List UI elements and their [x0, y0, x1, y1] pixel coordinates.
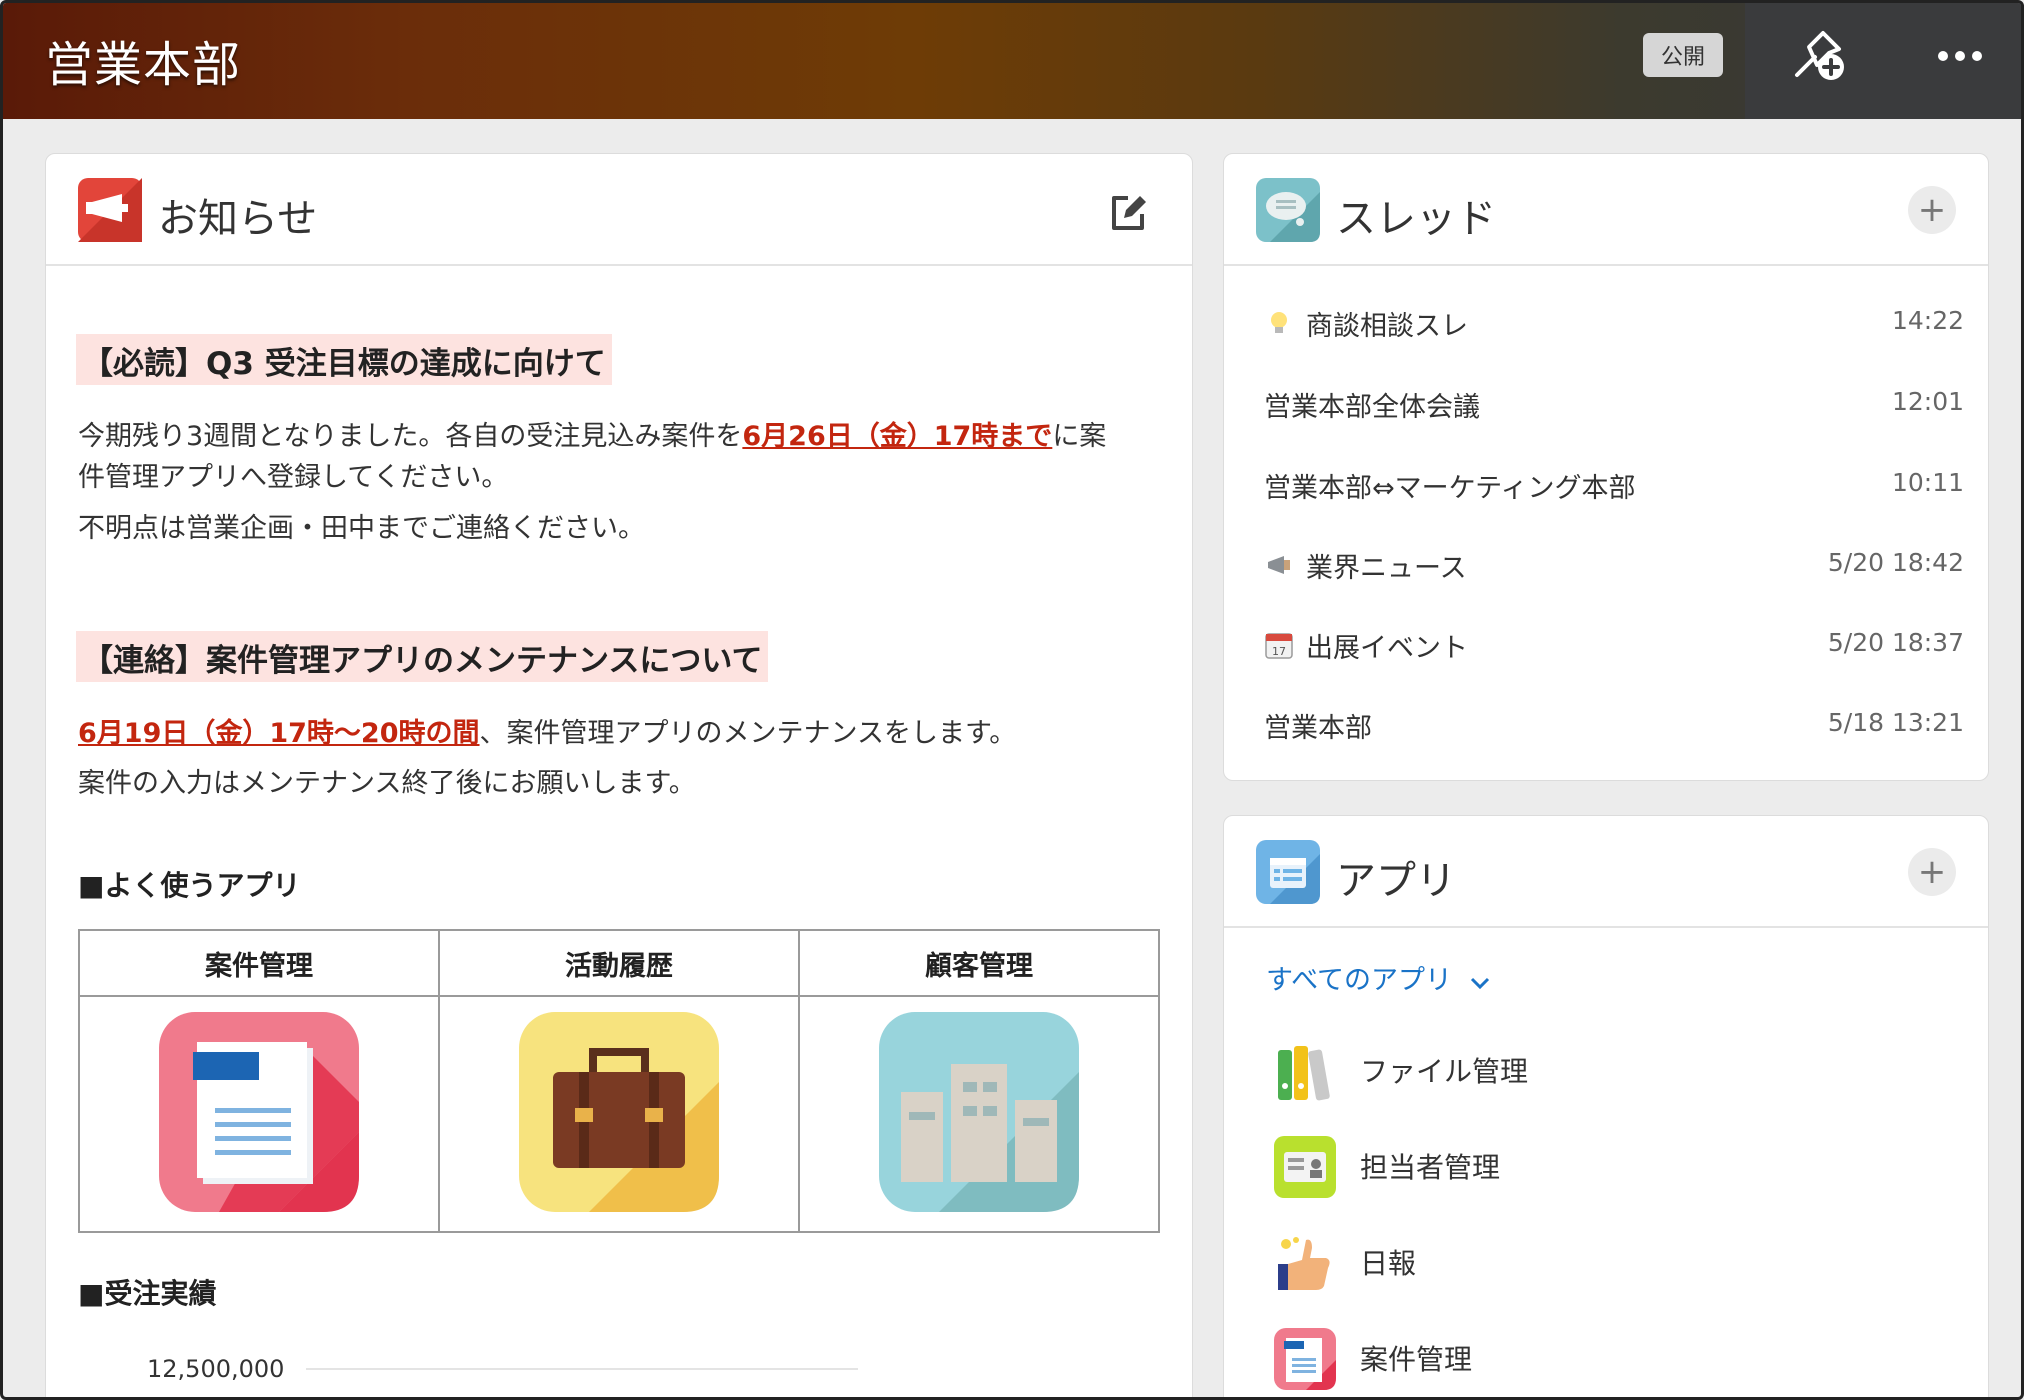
id-card-icon	[1272, 1134, 1338, 1200]
notice-title: お知らせ	[158, 196, 318, 242]
notice-1-line-1: 今期残り3週間となりました。各自の受注見込み案件を6月26日（金）17時までに案	[78, 421, 1107, 452]
lightbulb-icon	[1264, 308, 1294, 338]
document-icon[interactable]	[159, 1012, 359, 1216]
frequent-app-cell	[798, 995, 1160, 1233]
chevron-down-icon	[1469, 966, 1491, 997]
document-icon	[1272, 1326, 1338, 1392]
orders-heading: ■受注実績	[78, 1277, 217, 1310]
frequent-apps-table: 案件管理 活動履歴 顧客管理	[78, 929, 1160, 1233]
deadline-highlight: 6月26日（金）17時まで	[742, 421, 1053, 452]
chart-axis-tick: 12,500,000	[147, 1355, 285, 1383]
notice-heading-2: 【連絡】案件管理アプリのメンテナンスについて	[76, 631, 769, 682]
app-item[interactable]: 案件管理	[1272, 1322, 1952, 1394]
notice-2-line-2: 案件の入力はメンテナンス終了後にお願いします。	[78, 768, 696, 799]
more-icon[interactable]	[1929, 25, 1991, 87]
binders-icon	[1272, 1038, 1338, 1104]
threads-header: スレッド +	[1224, 154, 1988, 266]
plus-icon[interactable]: +	[1908, 848, 1956, 896]
public-badge: 公開	[1643, 33, 1723, 77]
frequent-app-label: 案件管理	[78, 929, 440, 997]
maintenance-highlight: 6月19日（金）17時～20時の間	[78, 718, 480, 749]
space-portal: 営業本部 公開 お知らせ 【必読】Q3 受注目標の達成に向けて 今期残り3週間と…	[0, 0, 2024, 1400]
threads-title: スレッド	[1336, 196, 1496, 242]
notice-heading-1: 【必読】Q3 受注目標の達成に向けて	[76, 334, 612, 385]
megaphone-icon	[1264, 550, 1294, 580]
thread-item[interactable]: 商談相談スレ 14:22	[1264, 294, 1964, 354]
svg-text:17: 17	[1272, 645, 1286, 658]
all-apps-dropdown[interactable]: すべてのアプリ	[1266, 958, 1491, 997]
thread-item[interactable]: 営業本部全体会議 12:01	[1264, 375, 1964, 435]
thumbs-up-icon	[1272, 1230, 1338, 1296]
pin-plus-icon[interactable]	[1789, 25, 1851, 87]
thread-item[interactable]: 17 出展イベント 5/20 18:37	[1264, 616, 1964, 676]
briefcase-icon[interactable]	[519, 1012, 719, 1216]
thread-item[interactable]: 営業本部⇔マーケティング本部 10:11	[1264, 456, 1964, 516]
apps-card: アプリ + すべてのアプリ ファイル管理 担当者管理 日報 案件管理	[1223, 815, 1989, 1397]
megaphone-icon	[78, 178, 142, 242]
apps-header: アプリ +	[1224, 816, 1988, 928]
app-item[interactable]: 日報	[1272, 1226, 1952, 1298]
frequent-app-cell	[438, 995, 800, 1233]
app-item[interactable]: 担当者管理	[1272, 1130, 1952, 1202]
chat-bubble-icon	[1256, 178, 1320, 242]
buildings-icon[interactable]	[879, 1012, 1079, 1216]
frequent-app-label: 活動履歴	[438, 929, 800, 997]
space-title: 営業本部	[45, 37, 242, 93]
threads-card: スレッド + 商談相談スレ 14:22 営業本部全体会議 12:01 営業本部⇔…	[1223, 153, 1989, 781]
notice-1-line-3: 不明点は営業企画・田中までご連絡ください。	[78, 513, 645, 544]
plus-icon[interactable]: +	[1908, 186, 1956, 234]
space-header: 営業本部 公開	[3, 3, 2021, 119]
apps-title: アプリ	[1336, 858, 1456, 904]
calendar-icon: 17	[1264, 630, 1294, 660]
frequent-app-cell	[78, 995, 440, 1233]
notice-1-line-2: 件管理アプリへ登録してください。	[78, 462, 509, 493]
app-item[interactable]: ファイル管理	[1272, 1034, 1952, 1106]
notice-header: お知らせ	[46, 154, 1192, 266]
list-icon	[1256, 840, 1320, 904]
thread-item[interactable]: 営業本部 5/18 13:21	[1264, 696, 1964, 756]
frequent-app-label: 顧客管理	[798, 929, 1160, 997]
notice-2-line-1: 6月19日（金）17時～20時の間、案件管理アプリのメンテナンスをします。	[78, 718, 1017, 749]
thread-item[interactable]: 業界ニュース 5/20 18:42	[1264, 536, 1964, 596]
notice-card: お知らせ 【必読】Q3 受注目標の達成に向けて 今期残り3週間となりました。各自…	[45, 153, 1193, 1397]
chart-gridline	[306, 1368, 858, 1370]
frequent-apps-heading: ■よく使うアプリ	[78, 869, 301, 902]
edit-icon[interactable]	[1106, 190, 1150, 234]
